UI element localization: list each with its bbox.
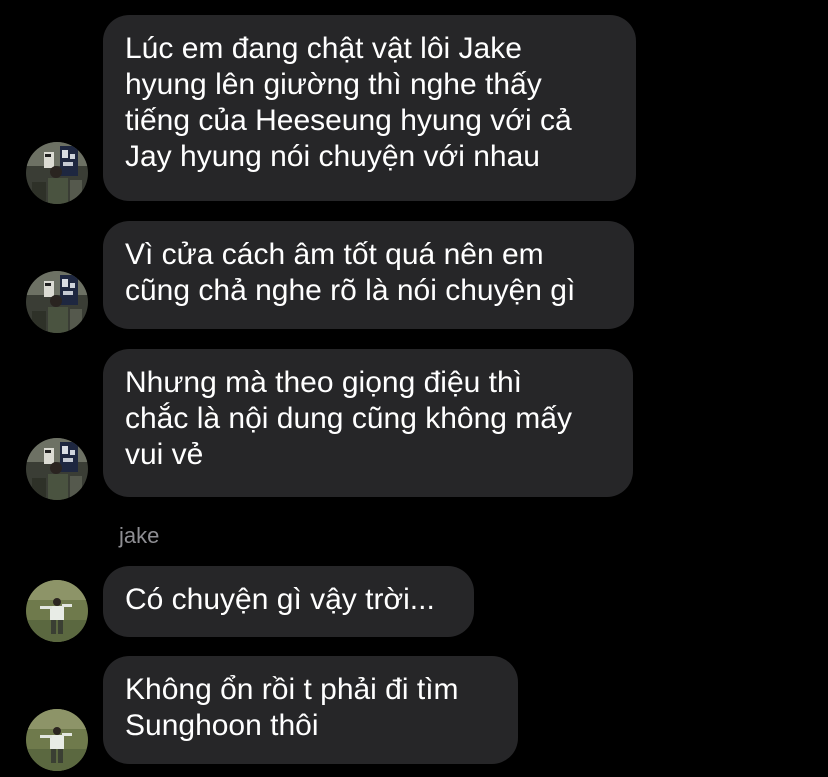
message-line: tiếng của Heeseung hyung với cả bbox=[125, 104, 572, 137]
message-line: Jay hyung nói chuyện với nhau bbox=[125, 140, 540, 173]
sunoo-avatar-icon[interactable] bbox=[26, 142, 88, 204]
message-line: chắc là nội dung cũng không mấy bbox=[125, 402, 572, 435]
message-line: Lúc em đang chật vật lôi Jake bbox=[125, 32, 522, 65]
message-bubble[interactable]: Nhưng mà theo giọng điệu thì chắc là nội… bbox=[103, 349, 633, 497]
jake-avatar-icon[interactable] bbox=[26, 709, 88, 771]
message-bubble[interactable]: Có chuyện gì vậy trời... bbox=[103, 566, 474, 637]
message-line: Không ổn rồi t phải đi tìm bbox=[125, 673, 459, 706]
message-line: hyung lên giường thì nghe thấy bbox=[125, 68, 542, 101]
message-line: Sunghoon thôi bbox=[125, 709, 319, 742]
message-line: vui vẻ bbox=[125, 438, 204, 471]
sunoo-avatar-icon[interactable] bbox=[26, 438, 88, 500]
message-line: Có chuyện gì vậy trời... bbox=[125, 583, 435, 616]
message-line: cũng chả nghe rõ là nói chuyện gì bbox=[125, 274, 576, 307]
jake-avatar-icon[interactable] bbox=[26, 580, 88, 642]
message-line: Nhưng mà theo giọng điệu thì bbox=[125, 366, 523, 399]
message-bubble[interactable]: Không ổn rồi t phải đi tìm Sunghoon thôi bbox=[103, 656, 518, 764]
sender-name: jake bbox=[119, 523, 160, 548]
message-bubble[interactable]: Vì cửa cách âm tốt quá nên em cũng chả n… bbox=[103, 221, 634, 329]
message-bubble[interactable]: Lúc em đang chật vật lôi Jake hyung lên … bbox=[103, 15, 636, 201]
message-line: Vì cửa cách âm tốt quá nên em bbox=[125, 238, 544, 271]
sunoo-avatar-icon[interactable] bbox=[26, 271, 88, 333]
